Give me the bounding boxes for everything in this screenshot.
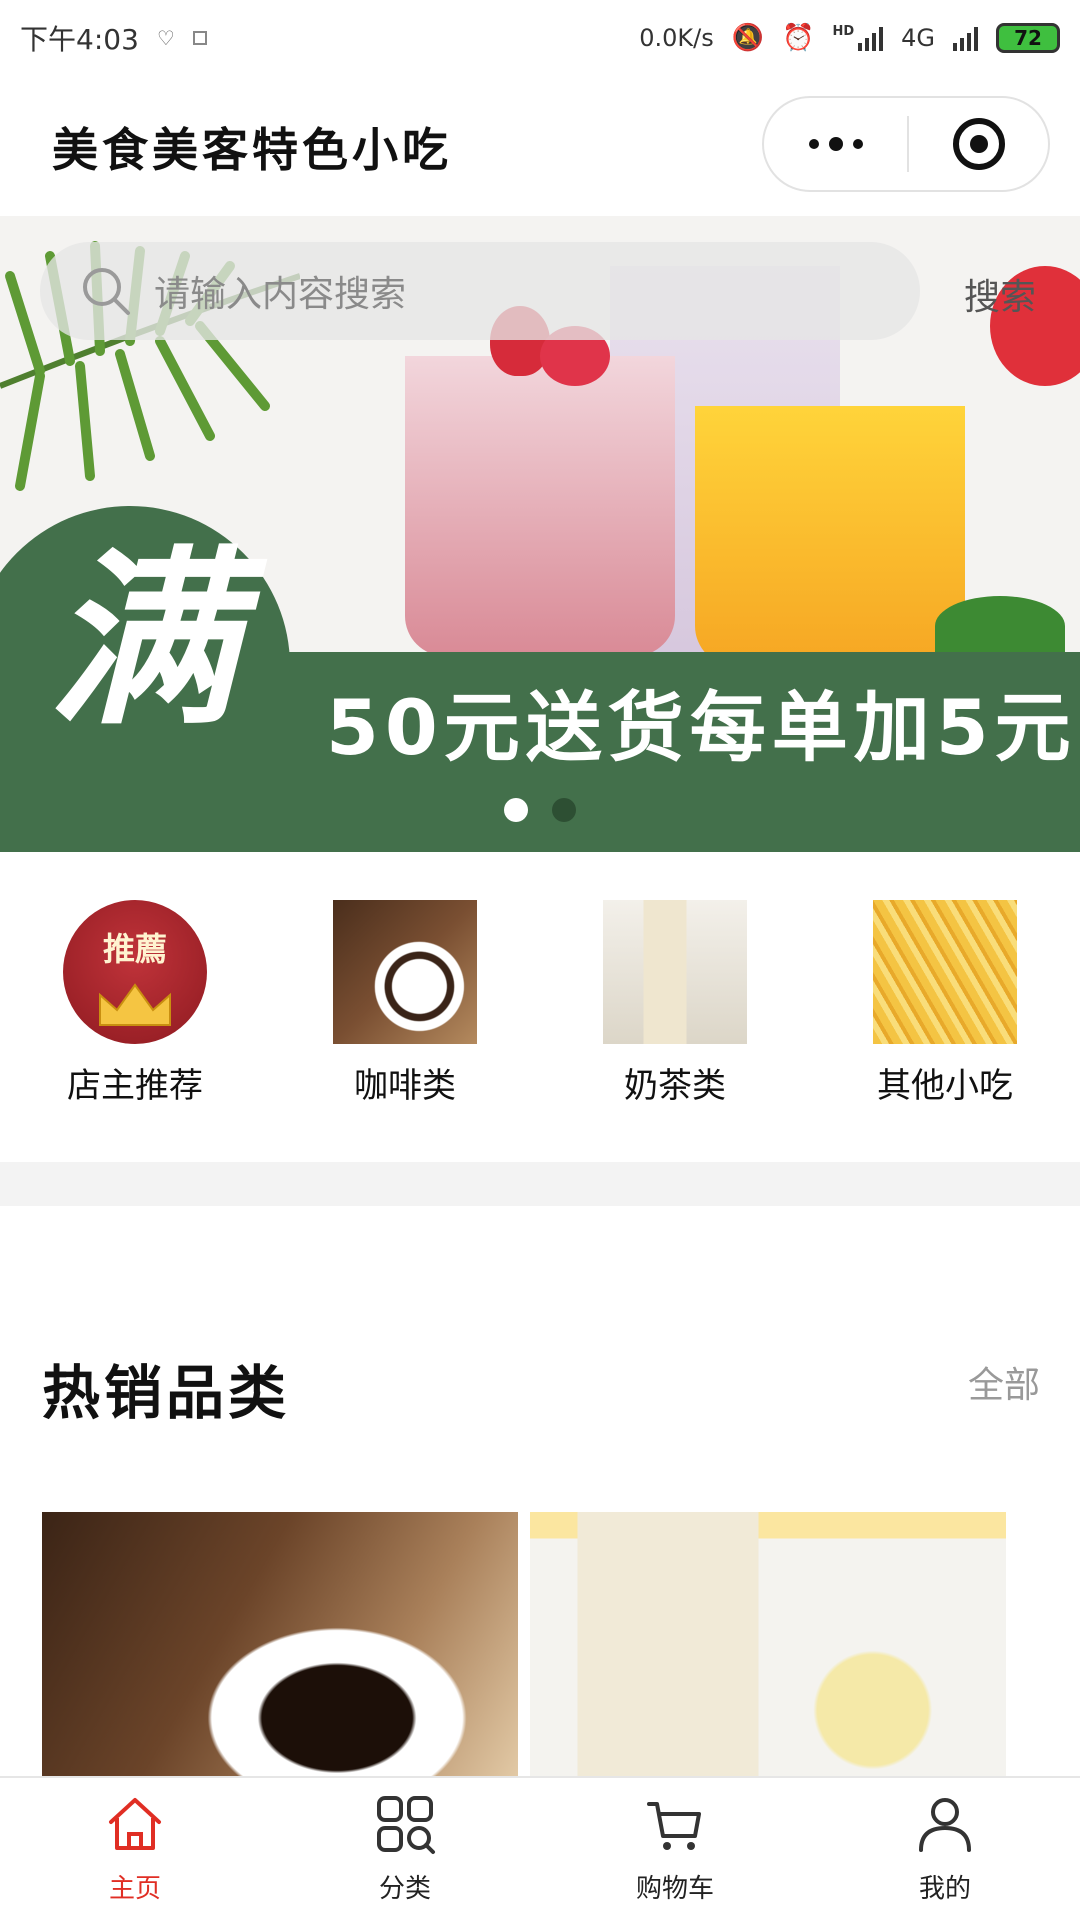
search-input[interactable]: 请输入内容搜索	[40, 242, 920, 340]
tab-cart[interactable]: 购物车	[540, 1778, 810, 1920]
promo-text: 50元送货每单加5元	[326, 683, 1077, 772]
coffee-image	[333, 900, 477, 1044]
view-all-link[interactable]: 全部	[968, 1356, 1040, 1408]
home-icon	[109, 1798, 161, 1850]
hot-section-header: 热销品类 全部	[0, 1206, 1080, 1506]
close-mini-program-button[interactable]	[909, 98, 1048, 190]
network-speed: 0.0K/s	[639, 24, 714, 52]
tab-label: 主页	[108, 1874, 161, 1904]
tab-label: 购物车	[635, 1874, 714, 1904]
tab-category[interactable]: 分类	[270, 1778, 540, 1920]
search-button[interactable]: 搜索	[964, 268, 1036, 320]
strawberry-drink-image	[405, 356, 675, 656]
category-coffee[interactable]: 咖啡类	[270, 852, 540, 1162]
battery-icon: 72	[996, 23, 1060, 53]
product-card-milkshake[interactable]	[530, 1512, 1006, 1776]
title-bar: 美食美客特色小吃	[0, 76, 1080, 216]
category-owner-recommend[interactable]: 推薦 店主推荐	[0, 852, 270, 1162]
grid-icon	[377, 1796, 435, 1854]
category-label: 店主推荐	[67, 1066, 203, 1106]
carousel-dot-2[interactable]	[552, 798, 576, 822]
network-type: 4G	[901, 24, 935, 52]
more-dots-icon	[808, 137, 863, 151]
target-icon	[952, 118, 1005, 170]
carousel-dots	[0, 798, 1080, 822]
search-placeholder: 请输入内容搜索	[154, 274, 407, 315]
bottom-tab-bar: 主页 分类 购物车 我的	[0, 1776, 1080, 1920]
section-divider	[0, 1162, 1080, 1206]
category-label: 其他小吃	[877, 1066, 1013, 1106]
hot-products-row	[42, 1512, 1042, 1776]
heart-icon: ♡	[156, 26, 175, 50]
carousel-dot-1[interactable]	[504, 798, 528, 822]
product-card-coffee[interactable]	[42, 1512, 518, 1776]
category-label: 奶茶类	[624, 1066, 726, 1106]
crown-badge-image: 推薦	[63, 900, 207, 1044]
tab-home[interactable]: 主页	[0, 1778, 270, 1920]
mini-program-capsule	[762, 96, 1050, 192]
app-title: 美食美客特色小吃	[52, 123, 452, 177]
hd-badge: HD	[832, 23, 855, 39]
battery-level: 72	[1014, 26, 1042, 50]
mute-bell-icon: 🔕	[731, 23, 765, 53]
category-label: 咖啡类	[354, 1066, 456, 1106]
category-milk-tea[interactable]: 奶茶类	[540, 852, 810, 1162]
milk-tea-image	[603, 900, 747, 1044]
category-nav: 推薦 店主推荐 咖啡类 奶茶类 其他小吃	[0, 852, 1080, 1162]
search-icon	[83, 268, 130, 315]
signal-icon	[858, 25, 884, 51]
signal-icon-2	[953, 25, 978, 51]
status-bar: 下午4:03 ♡ 0.0K/s 🔕 ⏰ HD 4G 72	[0, 0, 1080, 76]
category-other-snacks[interactable]: 其他小吃	[810, 852, 1080, 1162]
tab-me[interactable]: 我的	[810, 1778, 1080, 1920]
status-left: 下午4:03 ♡	[20, 18, 207, 58]
alarm-icon: ⏰	[782, 23, 815, 53]
coffee-beans-cup-image	[42, 1512, 518, 1776]
tab-label: 分类	[378, 1874, 431, 1904]
leaf-decoration-image	[935, 596, 1065, 656]
fries-image	[873, 900, 1017, 1044]
user-icon	[919, 1798, 971, 1852]
promo-banner[interactable]: 满 50元送货每单加5元 请输入内容搜索 搜索	[0, 216, 1080, 852]
qr-icon	[192, 31, 207, 45]
cart-icon	[647, 1802, 701, 1850]
mango-drink-image	[695, 406, 965, 666]
tab-label: 我的	[918, 1874, 971, 1904]
more-button[interactable]	[764, 98, 907, 190]
section-title: 热销品类	[42, 1359, 291, 1427]
banana-milkshake-image	[530, 1512, 1006, 1776]
status-right: 0.0K/s 🔕 ⏰ HD 4G 72	[639, 23, 1060, 53]
crown-icon	[99, 983, 171, 1026]
recommend-badge-text: 推薦	[102, 930, 167, 968]
status-time: 下午4:03	[20, 23, 139, 56]
promo-big-char: 满	[48, 530, 239, 751]
